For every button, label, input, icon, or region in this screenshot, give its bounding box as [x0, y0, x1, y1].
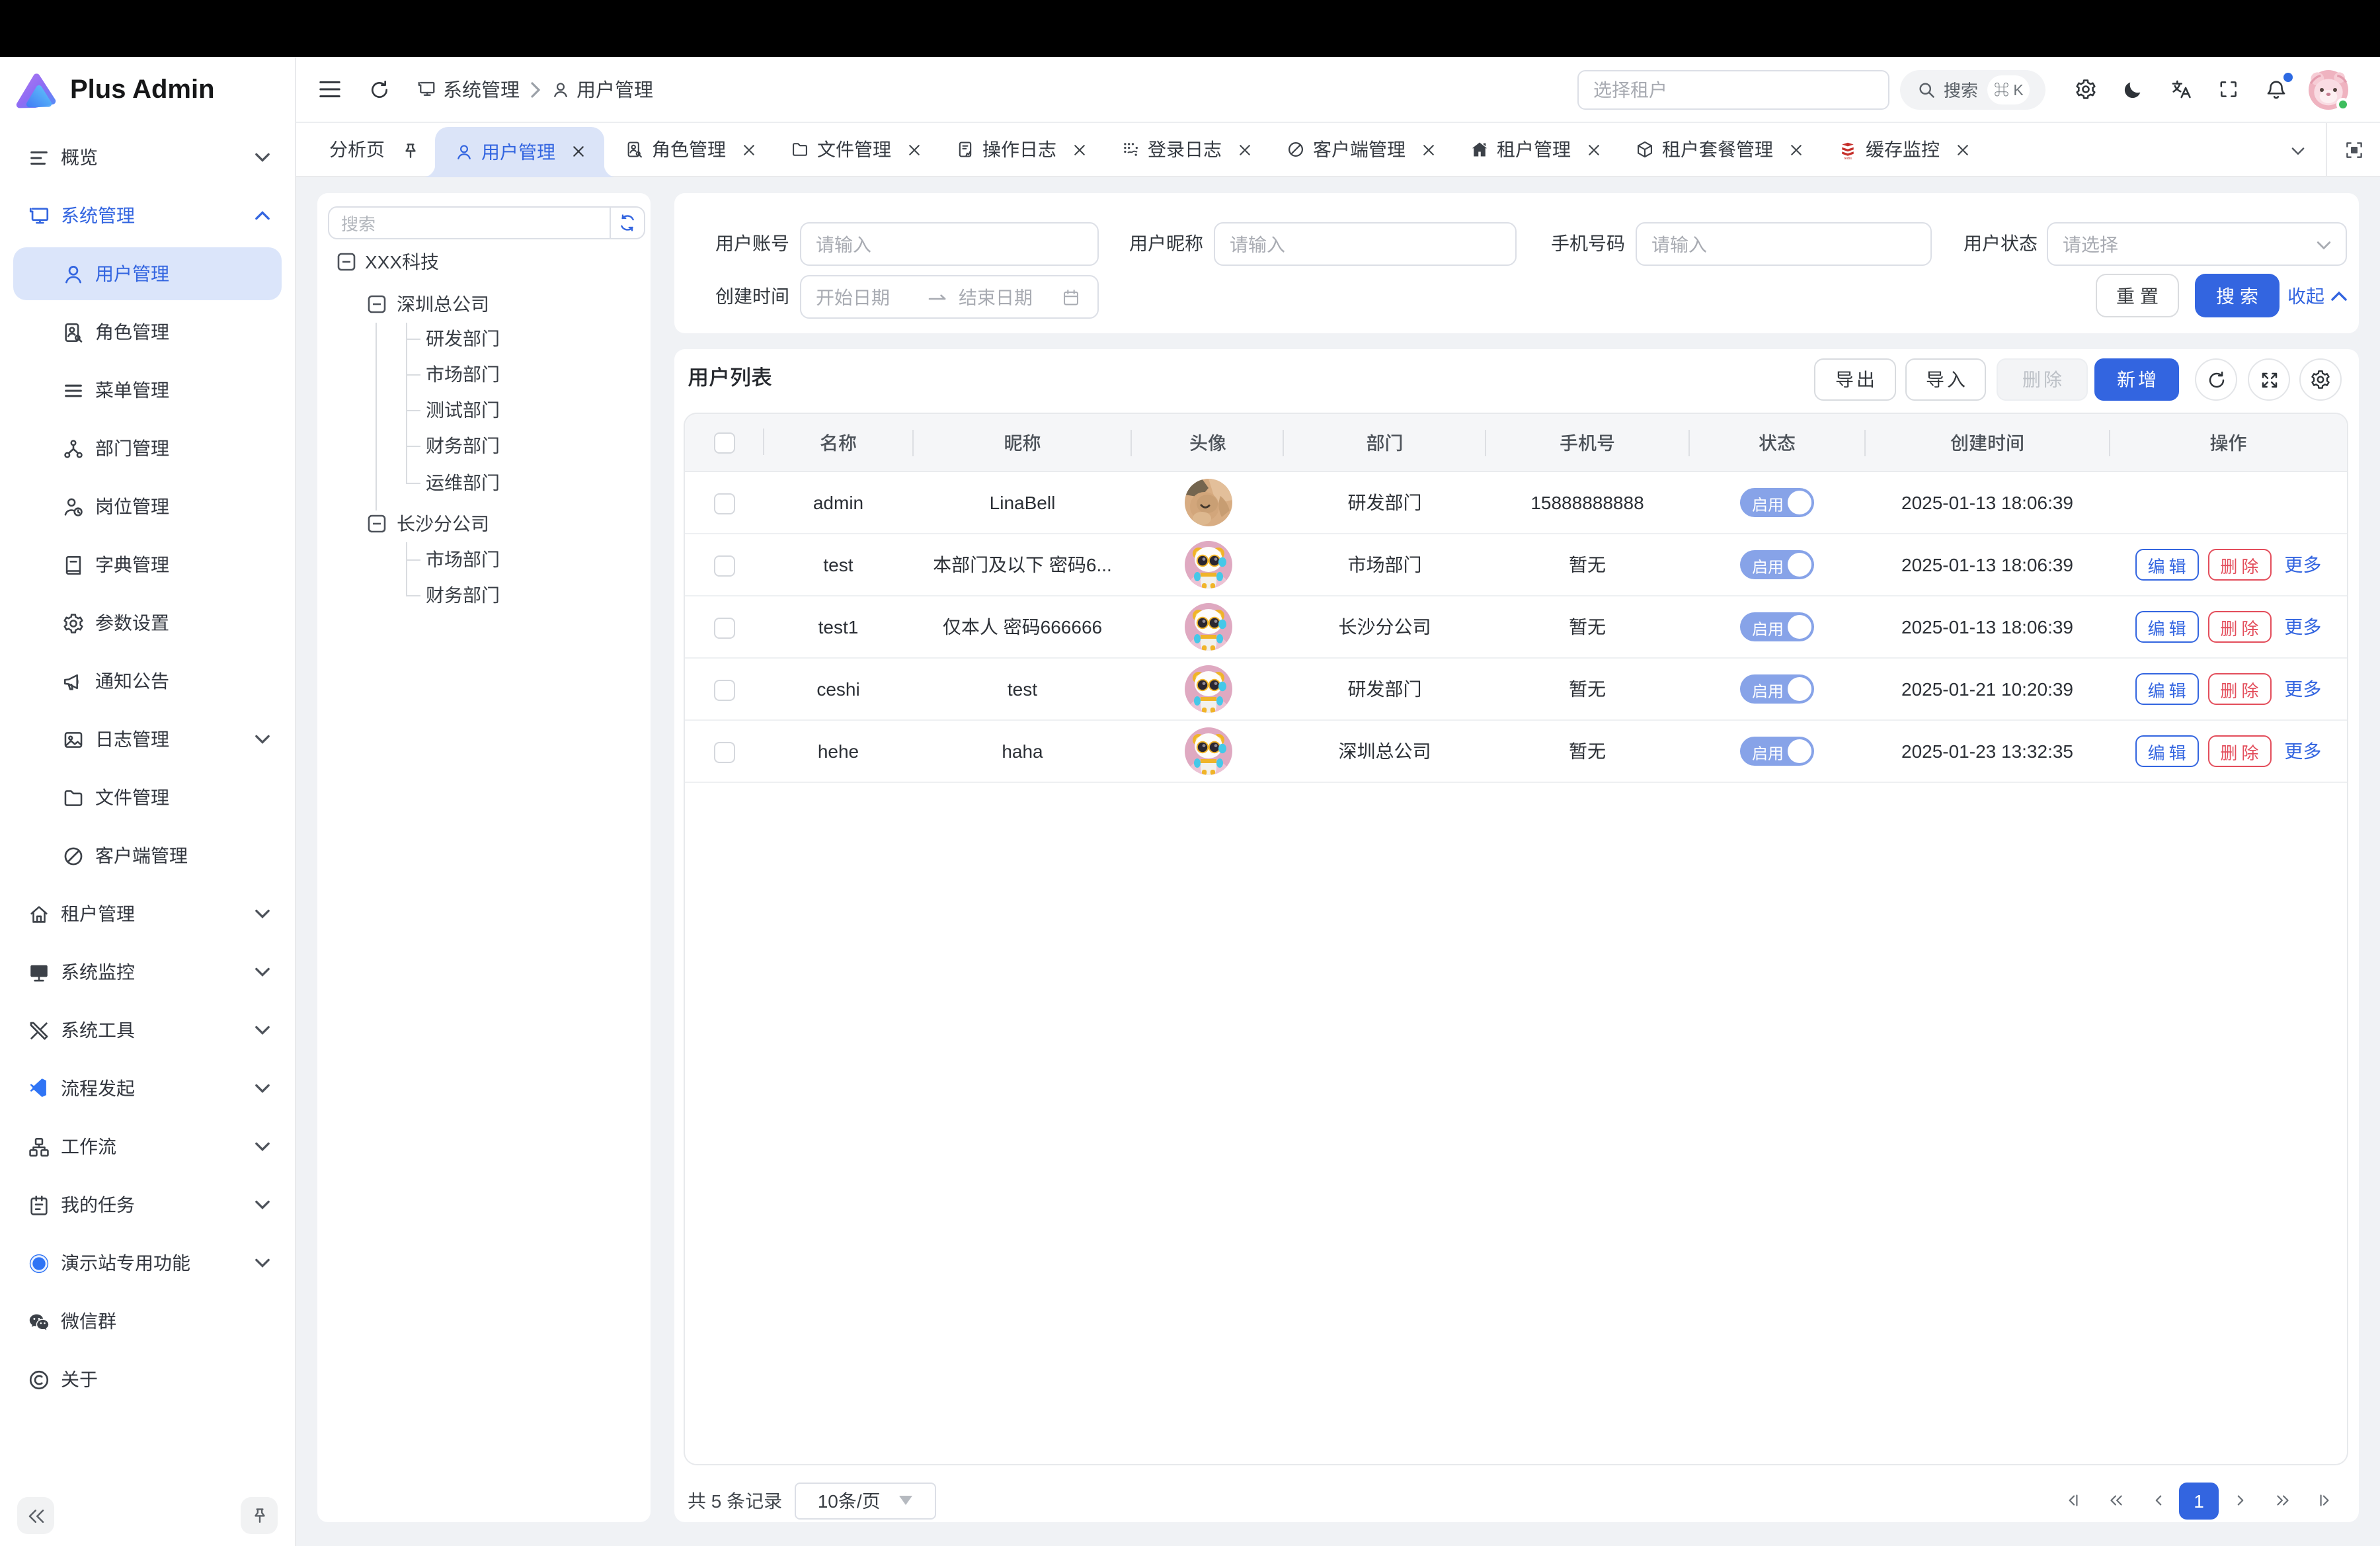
svg-text:redis: redis [1844, 156, 1852, 159]
